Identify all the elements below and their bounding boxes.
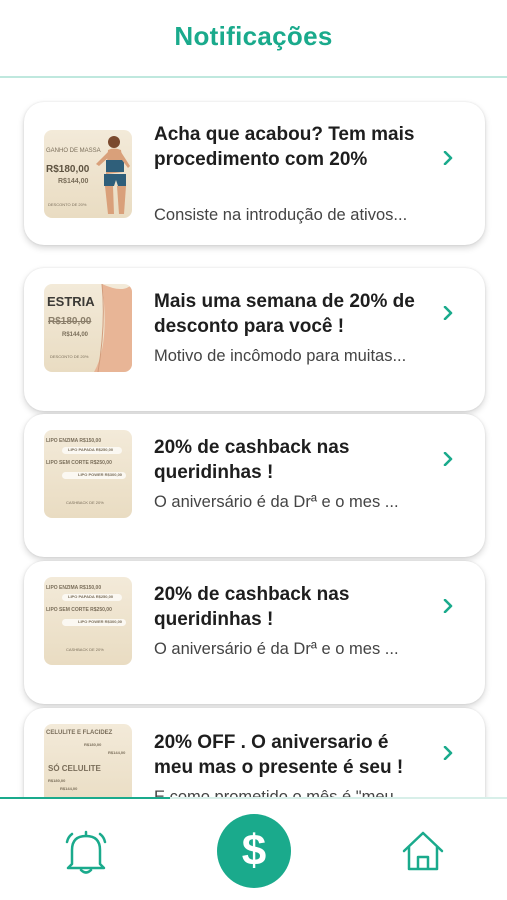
dollar-icon: $ [241,826,267,875]
tab-home[interactable] [398,827,448,875]
notification-card[interactable]: GANHO DE MASSA R$180,00 R$144,00 DESCONT… [24,102,485,245]
notification-title: Mais uma semana de 20% de desconto para … [154,291,415,337]
bottom-tab-bar: $ [0,799,507,900]
notification-card[interactable]: LIPO ENZIMA R$150,00 LIPO PAPADA R$250,0… [24,561,485,704]
page-title: Notificações [174,20,333,51]
chevron-right-icon [443,746,453,760]
notification-card[interactable]: ESTRIA R$180,00 R$144,00 DESCONTO DE 20%… [24,268,485,411]
cashback-button[interactable]: $ [217,814,291,888]
notification-card[interactable]: LIPO ENZIMA R$150,00 LIPO PAPADA R$250,0… [24,414,485,557]
notification-title: 20% de cashback nas queridinhas ! [154,584,350,630]
tab-notifications[interactable] [62,827,110,875]
notification-thumbnail: LIPO ENZIMA R$150,00 LIPO PAPADA R$250,0… [44,577,132,665]
home-icon [402,831,444,871]
model-figure [96,136,130,214]
notification-list: GANHO DE MASSA R$180,00 R$144,00 DESCONT… [0,80,507,798]
notification-thumbnail: CELULITE E FLACIDEZ R$180,00 R$144,00 SÓ… [44,724,132,798]
chevron-right-icon [443,452,453,466]
chevron-right-icon [443,306,453,320]
notification-thumbnail: GANHO DE MASSA R$180,00 R$144,00 DESCONT… [44,130,132,218]
notification-description: Motivo de incômodo para muitas... [154,347,407,365]
chevron-right-icon [443,599,453,613]
page-header: Notificações [0,0,507,78]
notification-title: Acha que acabou? Tem mais procedimento c… [154,124,415,170]
chevron-right-icon [443,151,453,165]
notification-title: 20% OFF . O aniversario é meu mas o pres… [154,732,404,778]
bell-icon [65,830,107,874]
notification-title: 20% de cashback nas queridinhas ! [154,437,350,483]
notification-thumbnail: ESTRIA R$180,00 R$144,00 DESCONTO DE 20% [44,284,132,372]
notification-card[interactable]: CELULITE E FLACIDEZ R$180,00 R$144,00 SÓ… [24,708,485,798]
notification-description: Consiste na introdução de ativos... [154,206,408,224]
notification-description: O aniversário é da Drª e o mes ... [154,640,399,658]
notification-description: O aniversário é da Drª e o mes ... [154,493,399,511]
notification-thumbnail: LIPO ENZIMA R$150,00 LIPO PAPADA R$250,0… [44,430,132,518]
